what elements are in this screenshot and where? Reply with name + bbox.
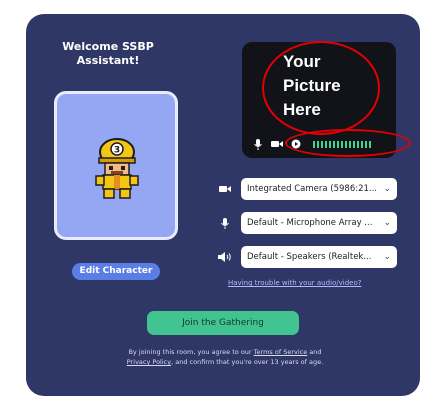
- microphone-row: Default - Microphone Array ... ⌄: [218, 212, 397, 234]
- character-sprite: 3: [95, 138, 139, 199]
- camera-icon[interactable]: [271, 138, 283, 150]
- legal-notice: By joining this room, you agree to our T…: [126, 348, 324, 366]
- chevron-down-icon: ⌄: [383, 218, 391, 228]
- camera-row: Integrated Camera (5986:21... ⌄: [218, 178, 397, 200]
- privacy-link[interactable]: Privacy Policy: [127, 358, 171, 366]
- speaker-icon: [218, 250, 232, 264]
- edit-character-button[interactable]: Edit Character: [72, 263, 160, 280]
- chevron-down-icon: ⌄: [383, 252, 391, 262]
- av-trouble-link[interactable]: Having trouble with your audio/video?: [228, 279, 362, 287]
- join-gathering-button[interactable]: Join the Gathering: [147, 311, 299, 335]
- badge-number: 3: [114, 146, 120, 156]
- microphone-icon: [218, 216, 232, 230]
- camera-icon: [218, 182, 232, 196]
- speaker-select[interactable]: Default - Speakers (Realtek... ⌄: [241, 246, 397, 268]
- annotation-circle-picture: [262, 41, 380, 135]
- chevron-down-icon: ⌄: [383, 184, 391, 194]
- speaker-row: Default - Speakers (Realtek... ⌄: [218, 246, 397, 268]
- welcome-heading: Welcome SSBP Assistant!: [62, 40, 154, 67]
- camera-select[interactable]: Integrated Camera (5986:21... ⌄: [241, 178, 397, 200]
- avatar-preview: 3: [54, 91, 178, 240]
- annotation-circle-meter: [285, 129, 411, 157]
- terms-link[interactable]: Terms of Service: [254, 348, 308, 356]
- microphone-select[interactable]: Default - Microphone Array ... ⌄: [241, 212, 397, 234]
- microphone-icon[interactable]: [252, 138, 264, 150]
